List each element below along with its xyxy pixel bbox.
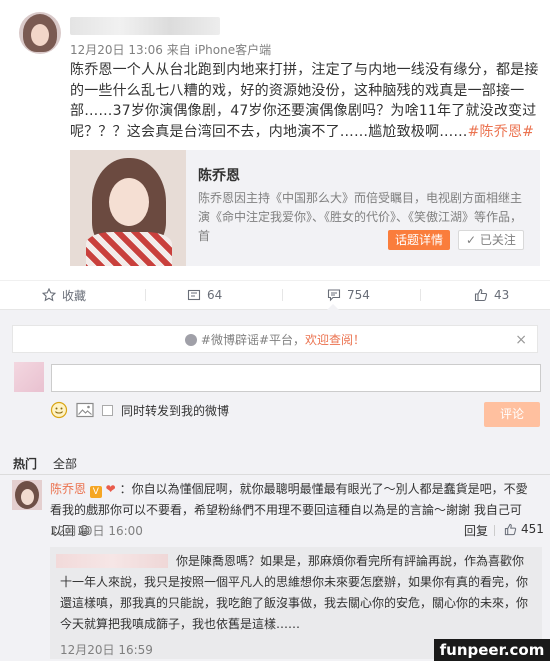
followed-button-label: 已关注 (479, 233, 516, 247)
comment-author-avatar[interactable] (12, 480, 42, 510)
post-hashtag[interactable]: #陈乔恩# (468, 124, 534, 140)
comment-panel-caret (326, 304, 340, 311)
comment-author-name[interactable]: 陈乔恩 (50, 482, 86, 496)
repost-checkbox-label: 同时转发到我的微博 (121, 403, 230, 418)
thumbs-up-icon (474, 288, 488, 302)
topic-card-title[interactable]: 陈乔恩 (198, 165, 240, 185)
topic-detail-button[interactable]: 话题详情 (388, 230, 450, 250)
comment-like-button[interactable]: 451 (504, 522, 544, 536)
action-divider (420, 289, 421, 301)
notice-text: #微博辟谣#平台， (200, 333, 306, 347)
thumb-shirt (86, 232, 172, 266)
star-icon (42, 288, 56, 302)
repost-count: 64 (207, 288, 223, 302)
comment-tabs: 热门 全部 (0, 452, 550, 472)
action-divider (145, 289, 146, 301)
image-icon[interactable] (76, 402, 94, 418)
comment-avatar-face (21, 489, 34, 505)
post-source: iPhone客户端 (194, 43, 272, 57)
rumor-notice-banner: #微博辟谣#平台，欢迎查阅！ × (12, 325, 538, 353)
post-action-bar: 收藏 64 754 43 (0, 280, 550, 307)
repost-checkbox[interactable] (102, 404, 113, 416)
comment-icon (327, 289, 341, 302)
tabs-divider (0, 474, 550, 475)
post-text: 陈乔恩一个人从台北跑到内地来打拼，注定了与内地一线没有缘分，都是接的一些什么乱七… (70, 60, 540, 142)
current-user-avatar[interactable] (14, 362, 44, 392)
tab-all[interactable]: 全部 (53, 455, 77, 472)
close-icon[interactable]: × (515, 326, 527, 354)
favorite-label: 收藏 (62, 288, 87, 303)
topic-card-image[interactable] (70, 150, 186, 266)
notice-link[interactable]: 欢迎查阅！ (305, 333, 365, 347)
thumb-face (109, 178, 149, 226)
followed-button[interactable]: ✓ 已关注 (458, 230, 524, 250)
repost-button[interactable]: 64 (187, 287, 222, 303)
like-count: 43 (494, 288, 510, 302)
comment-button[interactable]: 754 (327, 287, 370, 303)
smiley-icon[interactable] (50, 401, 68, 419)
comment-input[interactable] (51, 364, 541, 392)
post-author-name-blurred[interactable] (70, 17, 220, 35)
comment-reply-button[interactable]: 回复 (464, 522, 488, 539)
comment-count: 754 (347, 288, 370, 302)
avatar-face (31, 24, 49, 46)
like-button[interactable]: 43 (474, 287, 509, 303)
action-divider (282, 289, 283, 301)
comment-action-divider (494, 525, 495, 536)
submit-comment-button[interactable]: 评论 (484, 402, 540, 427)
composer-toolbar: 同时转发到我的微博 (50, 400, 229, 420)
thumbs-up-icon (504, 523, 517, 535)
topic-card[interactable]: 陈乔恩 陈乔恩因主持《中国那么大》而倍受瞩目，电视剧方面相继主演《命中注定我爱你… (70, 150, 540, 266)
post-meta: 12月20日 13:06 来自 iPhone客户端 (70, 41, 271, 58)
comment-like-count: 451 (521, 522, 544, 536)
favorite-button[interactable]: 收藏 (42, 287, 86, 303)
repost-icon (187, 289, 201, 301)
info-icon (184, 334, 197, 346)
site-watermark: funpeer.com (434, 639, 550, 661)
verified-badge-icon: V (89, 486, 102, 498)
comment-time: 12月20日 16:00 (50, 524, 143, 538)
post-source-prefix: 来自 (166, 43, 191, 57)
reply-time: 12月20日 16:59 (60, 643, 153, 657)
tab-hot[interactable]: 热门 (13, 455, 37, 472)
heart-badge-icon: ❤ (105, 482, 116, 496)
post-timestamp[interactable]: 12月20日 13:06 (70, 43, 163, 57)
weibo-post: 12月20日 13:06 来自 iPhone客户端 陈乔恩一个人从台北跑到内地来… (0, 0, 550, 280)
post-author-avatar[interactable] (19, 12, 61, 54)
reply-text: 你是陳喬恩嗎？如果是，那麻煩你看完所有評論再說，作為喜歡你十一年人來說，我只是按… (60, 554, 529, 631)
